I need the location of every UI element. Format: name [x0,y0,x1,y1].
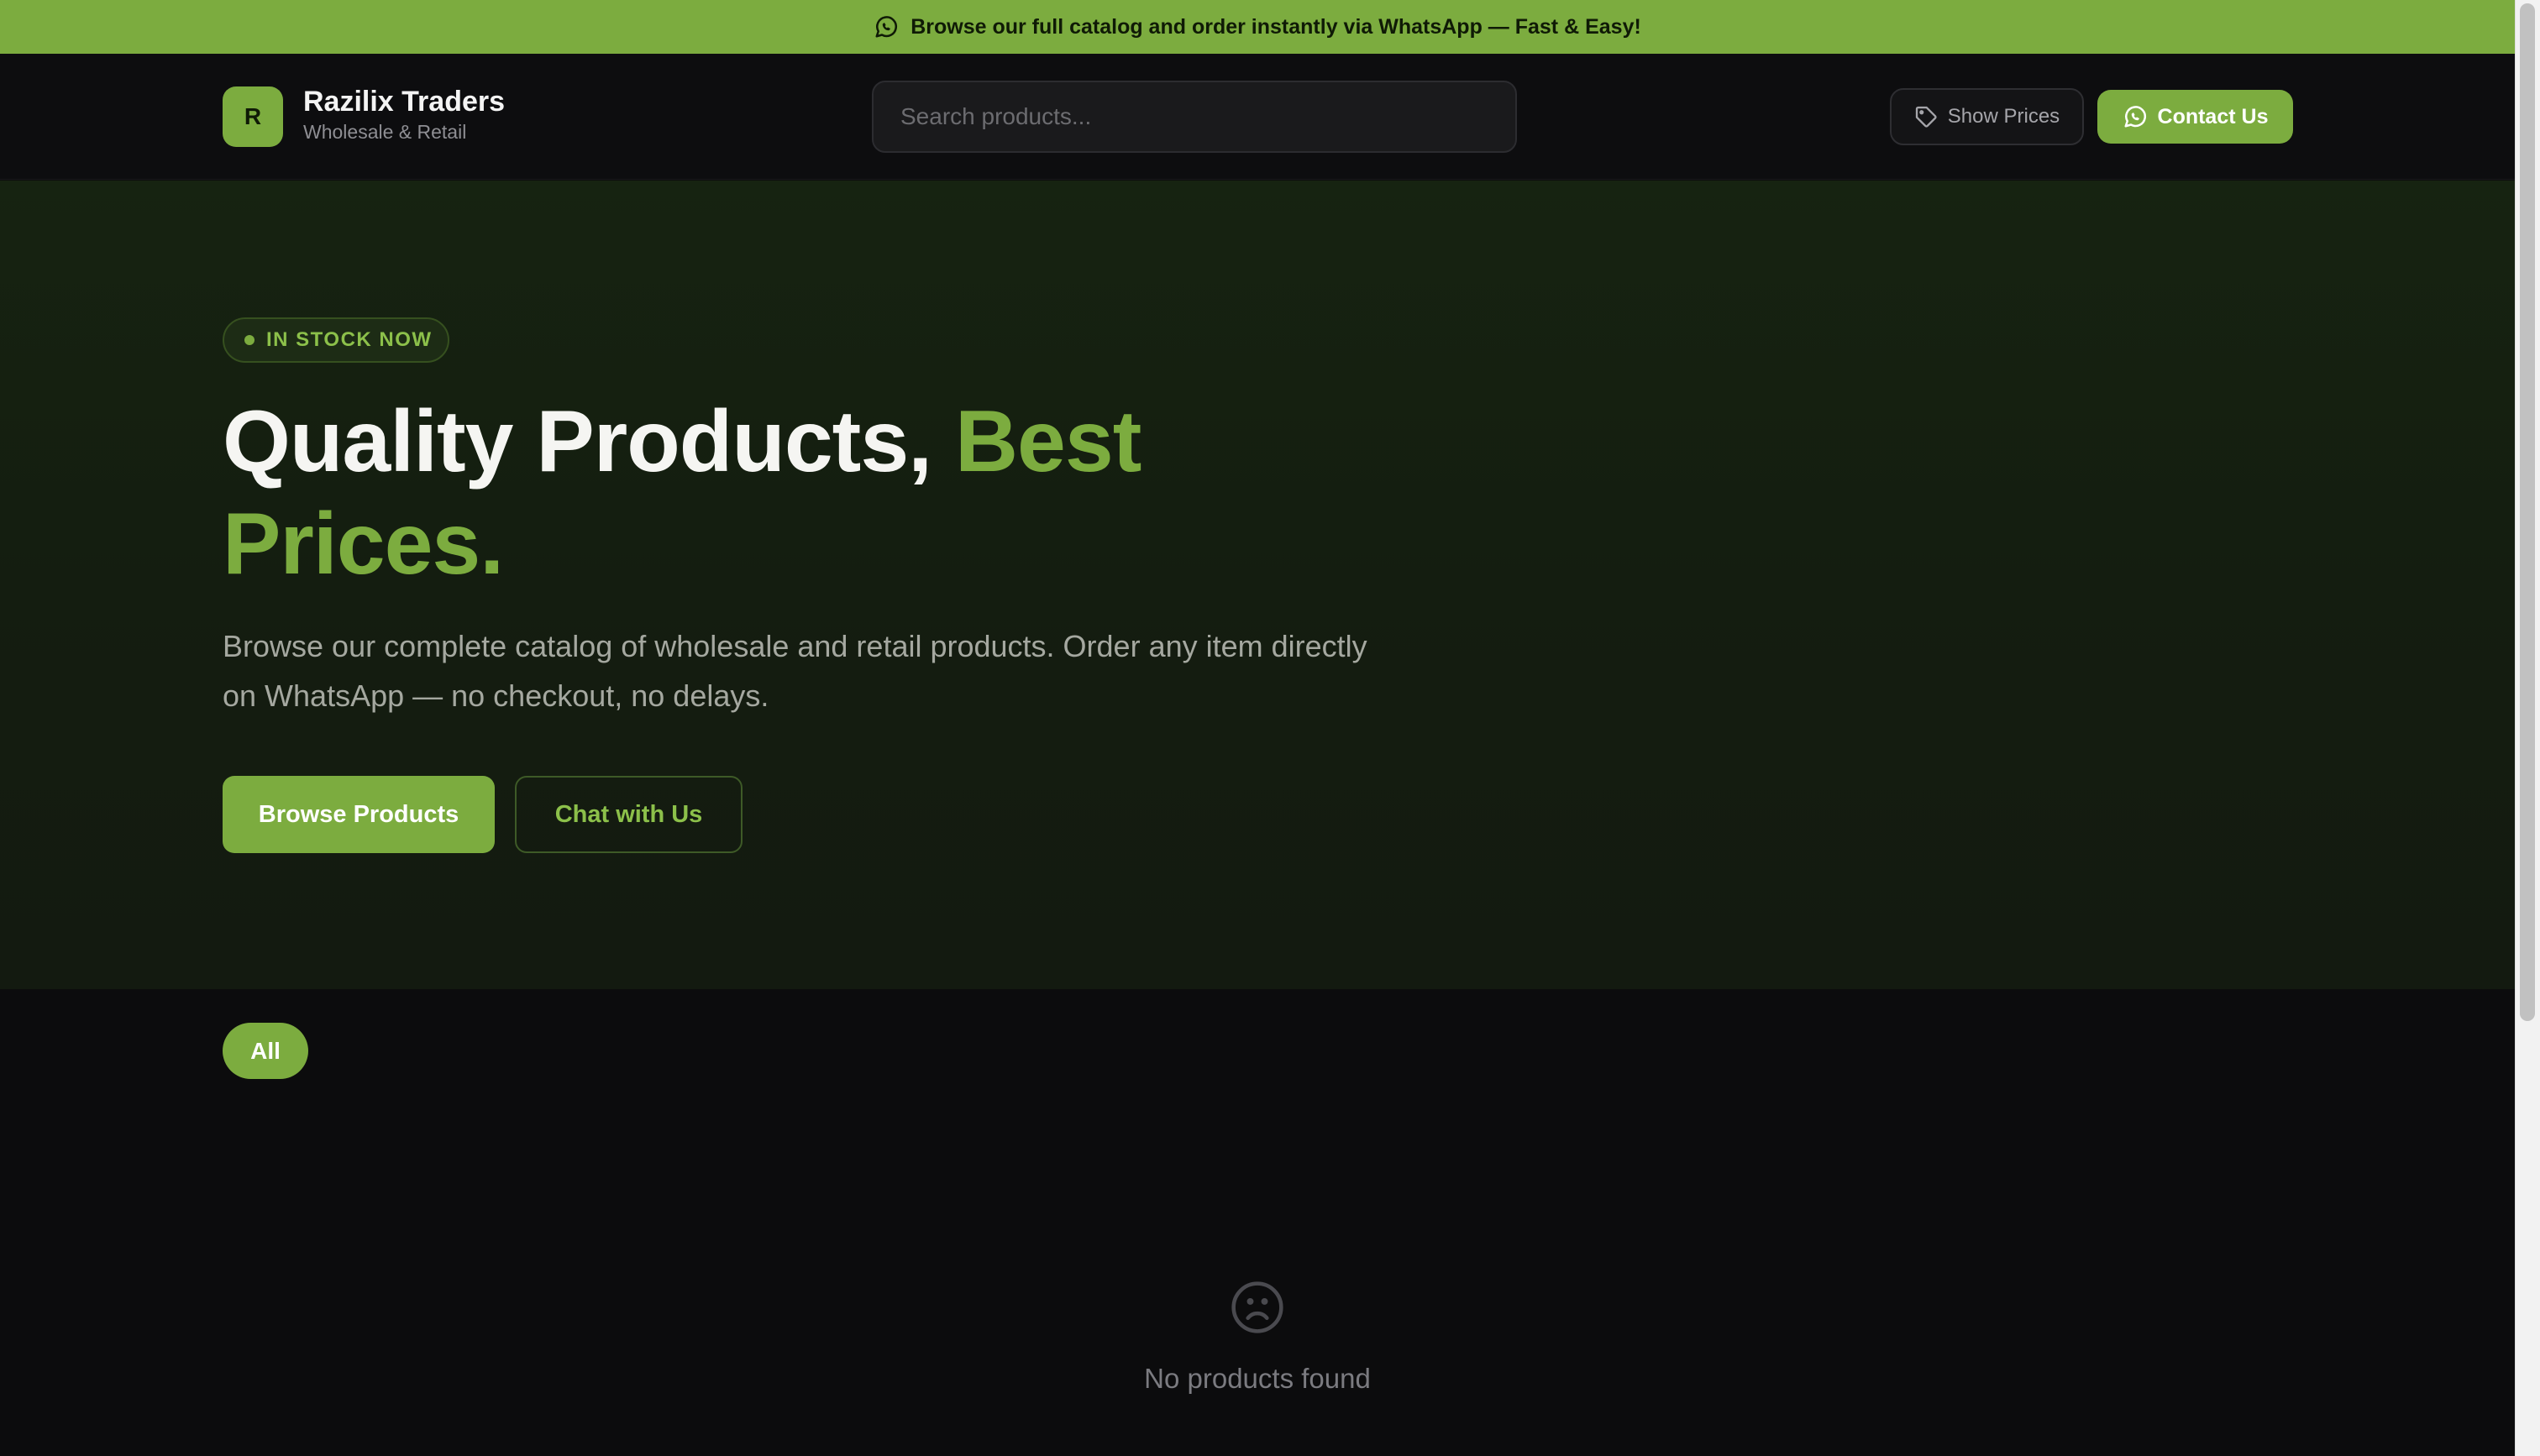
status-dot-icon [244,335,255,345]
empty-state-message: No products found [1144,1363,1371,1394]
hero-section: IN STOCK NOW Quality Products, Best Pric… [0,181,2515,989]
tag-icon [1915,106,1937,128]
logo[interactable]: R [223,86,283,147]
announcement-text: Browse our full catalog and order instan… [911,14,1641,39]
show-prices-button[interactable]: Show Prices [1890,88,2084,145]
stock-status-label: IN STOCK NOW [266,328,433,351]
show-prices-label: Show Prices [1947,105,2060,128]
category-chip-all[interactable]: All [223,1023,308,1079]
page: Browse our full catalog and order instan… [0,0,2540,1456]
scrollbar-thumb[interactable] [2520,3,2535,1021]
announcement-bar: Browse our full catalog and order instan… [0,0,2515,54]
contact-us-label: Contact Us [2157,104,2269,128]
search-input[interactable] [872,81,1517,153]
sad-face-icon [1231,1281,1283,1333]
brand-name[interactable]: Razilix Traders [303,86,505,118]
hero-title-main: Quality Products, [223,393,955,490]
site-header: R Razilix Traders Wholesale & Retail Sho… [0,54,2515,180]
hero-description: Browse our complete catalog of wholesale… [223,629,1367,713]
hero-title: Quality Products, Best Prices. [223,390,1399,595]
whatsapp-icon [875,16,898,38]
contact-us-button[interactable]: Contact Us [2097,90,2293,144]
brand-tagline: Wholesale & Retail [303,121,467,143]
chat-with-us-button[interactable]: Chat with Us [515,776,743,853]
whatsapp-icon [2124,106,2146,128]
stock-status-badge: IN STOCK NOW [223,317,449,363]
browse-products-button[interactable]: Browse Products [223,776,495,853]
